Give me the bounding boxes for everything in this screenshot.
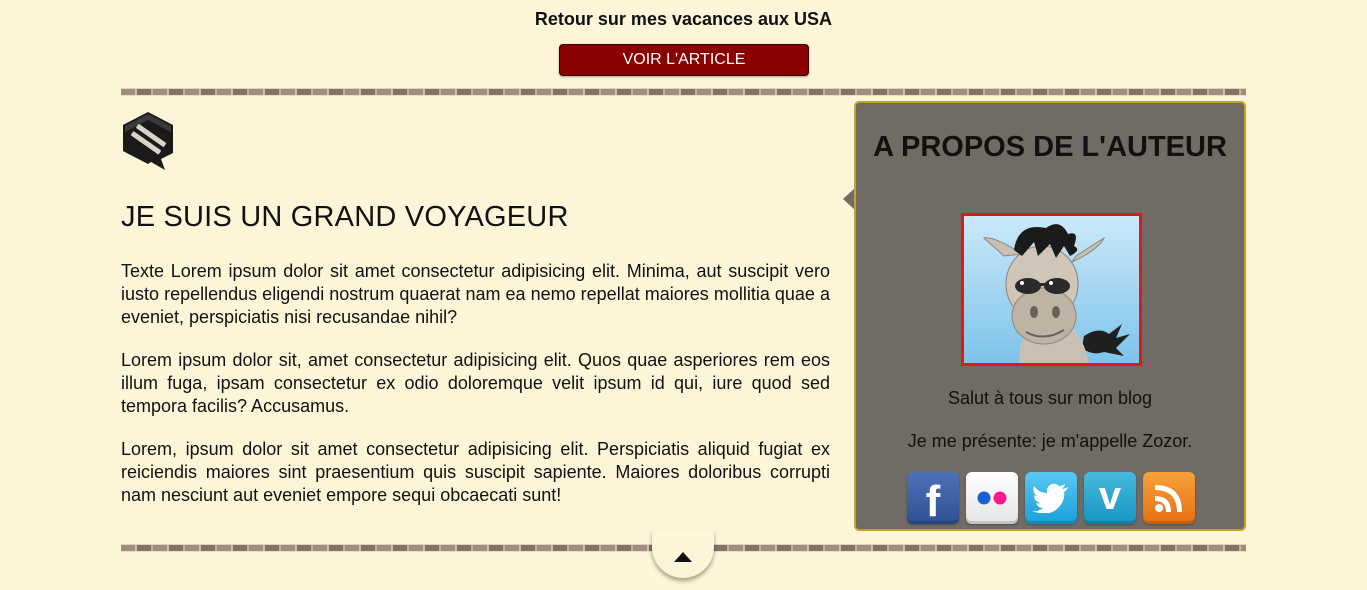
rss-icon[interactable] <box>1143 472 1195 524</box>
article-paragraph-1: Texte Lorem ipsum dolor sit amet consect… <box>121 261 830 327</box>
facebook-icon[interactable]: f <box>907 472 959 524</box>
vimeo-glyph: v <box>1098 473 1122 518</box>
zozor-avatar <box>961 213 1142 366</box>
article-paragraph-3: Lorem, ipsum dolor sit amet consectetur … <box>121 439 830 505</box>
author-intro: Je me présente: je m'appelle Zozor. <box>907 431 1193 451</box>
flickr-icon[interactable] <box>966 472 1018 524</box>
twitter-icon[interactable] <box>1025 472 1077 524</box>
facebook-glyph: f <box>925 477 941 524</box>
arrow-up-icon <box>674 552 692 562</box>
top-divider <box>121 88 1246 96</box>
article-paragraph-2: Lorem ipsum dolor sit, amet consectetur … <box>121 350 830 416</box>
back-to-top-button[interactable] <box>652 530 714 578</box>
social-links: f v <box>907 472 1195 524</box>
comment-icon <box>121 110 175 172</box>
about-author-title: A PROPOS DE L'AUTEUR <box>873 131 1227 163</box>
article-title: JE SUIS UN GRAND VOYAGEUR <box>121 201 569 233</box>
author-greeting: Salut à tous sur mon blog <box>947 388 1153 408</box>
banner-title: Retour sur mes vacances aux USA <box>534 9 833 29</box>
vimeo-icon[interactable]: v <box>1084 472 1136 524</box>
view-article-button[interactable]: VOIR L'ARTICLE <box>559 44 809 76</box>
about-author-panel: A PROPOS DE L'AUTEUR Salut à tous sur mo… <box>854 101 1246 531</box>
